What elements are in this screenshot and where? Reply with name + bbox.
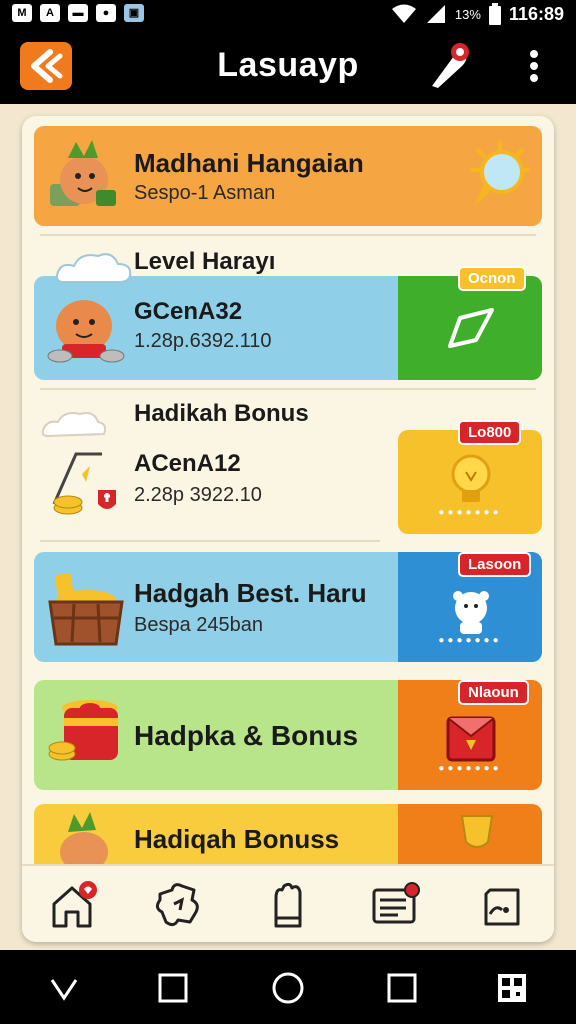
back-arrow-icon	[31, 49, 63, 83]
sys-back-button[interactable]	[46, 970, 82, 1006]
notification-icon: A	[40, 4, 60, 22]
card-title: Hadiqah Bonuss	[134, 824, 340, 854]
sys-square-button[interactable]	[155, 970, 191, 1006]
card-subtitle: Bespa 245ban	[134, 614, 264, 636]
circle-icon	[272, 972, 304, 1004]
shield-arrow-icon	[448, 308, 494, 348]
wifi-icon	[391, 4, 416, 23]
scale-icon	[52, 452, 116, 515]
nav-home[interactable]	[44, 880, 100, 930]
rocket-icon	[432, 43, 469, 88]
wallet-icon	[484, 888, 520, 926]
action-button[interactable]: Nlaoun ●●●●●●●	[398, 680, 542, 790]
notification-icon: ▬	[68, 4, 88, 22]
nav-messages[interactable]	[368, 880, 424, 930]
square-icon	[387, 973, 417, 1003]
vegetable-mascot-icon	[50, 140, 116, 206]
mascot-icon	[453, 591, 489, 634]
badge: Lasoon	[458, 552, 532, 577]
home-icon	[52, 881, 97, 928]
badge: Ocnon	[458, 266, 526, 291]
action-button[interactable]: Lasoon ●●●●●●●	[398, 552, 542, 662]
divider	[40, 540, 380, 542]
content-area: Madhani Hangaian Sespo-1 Asman Level Har…	[0, 104, 576, 950]
divider	[40, 234, 536, 236]
card-title: Level Harayı	[134, 248, 276, 275]
bonus-card[interactable]: Hadpka & Bonus Nlaoun ●●●●●●●	[34, 680, 542, 790]
red-envelope-icon	[446, 716, 496, 762]
grid-icon	[498, 974, 526, 1002]
sys-menu-button[interactable]	[494, 970, 530, 1006]
glove-icon	[274, 882, 302, 928]
cloud-icon	[55, 253, 132, 283]
bonus-card[interactable]: Madhani Hangaian Sespo-1 Asman	[34, 126, 542, 226]
vegetable-mascot-icon	[60, 812, 108, 870]
notification-icon: ●	[96, 4, 116, 22]
magnifier-sun-icon	[470, 140, 530, 206]
rocket-button[interactable]	[424, 40, 476, 92]
badge: Lo800	[458, 420, 522, 445]
system-navigation-bar	[0, 950, 576, 1024]
page-title: Lasuayp	[217, 46, 359, 84]
page-dots: ●●●●●●●	[438, 763, 502, 774]
square-icon	[158, 973, 188, 1003]
nav-glove[interactable]	[260, 880, 316, 930]
lightbulb-icon	[451, 454, 491, 502]
gift-box-icon	[48, 700, 118, 761]
page-dots: ●●●●●●●	[438, 635, 502, 646]
cloud-icon	[41, 412, 107, 438]
sys-home-button[interactable]	[270, 970, 306, 1006]
bonus-card[interactable]: ACenA12 2.28p 3922.10 Lo800 ●●●●●●●	[34, 412, 542, 534]
card-title: Hadpka & Bonus	[134, 720, 359, 751]
notification-icon: ▣	[124, 4, 144, 22]
treasure-chest-icon	[48, 572, 124, 646]
card-code: 1.28p.6392.110	[134, 330, 272, 352]
puzzle-icon	[155, 883, 199, 927]
nav-wallet[interactable]	[476, 880, 532, 930]
clock: 116:89	[508, 3, 564, 24]
chevron-down-icon	[50, 979, 78, 1001]
more-vertical-icon	[530, 50, 538, 82]
bonus-card[interactable]: Hadgah Best. Haru Bespa 245ban Lasoon ●●…	[34, 552, 542, 662]
notification-icon: M	[12, 4, 32, 22]
status-bar: M A ▬ ● ▣ 13% 116:89	[0, 0, 576, 28]
action-button[interactable]: Ocnon	[398, 266, 542, 380]
battery-icon	[488, 3, 501, 25]
divider	[40, 388, 536, 390]
card-code: 2.28p 3922.10	[134, 484, 262, 506]
card-name: GCenA32	[134, 298, 243, 325]
app-bar: Lasuayp	[0, 28, 576, 104]
action-button[interactable]: Lo800 ●●●●●●●	[398, 420, 542, 534]
card-subtitle: Sespo-1 Asman	[134, 182, 276, 204]
mascot-icon	[47, 300, 125, 363]
page-dots: ●●●●●●●	[438, 507, 502, 518]
signal-icon	[426, 5, 445, 23]
message-icon	[372, 882, 420, 924]
bottom-navigation	[22, 864, 554, 942]
card-name: ACenA12	[134, 450, 241, 477]
nav-puzzle[interactable]	[152, 880, 208, 930]
card-title: Hadikah Bonus	[134, 400, 309, 427]
card-title: Hadgah Best. Haru	[134, 578, 367, 608]
battery-percent: 13%	[454, 6, 481, 22]
back-button[interactable]	[20, 42, 72, 90]
more-options-button[interactable]	[516, 46, 552, 86]
bonus-card[interactable]: GCenA32 1.28p.6392.110 Ocnon	[34, 253, 542, 380]
sys-recents-button[interactable]	[384, 970, 420, 1006]
trophy-icon	[460, 815, 494, 848]
badge: Nlaoun	[458, 680, 529, 705]
bonus-panel: Madhani Hangaian Sespo-1 Asman Level Har…	[22, 116, 554, 942]
card-title: Madhani Hangaian	[134, 148, 364, 178]
